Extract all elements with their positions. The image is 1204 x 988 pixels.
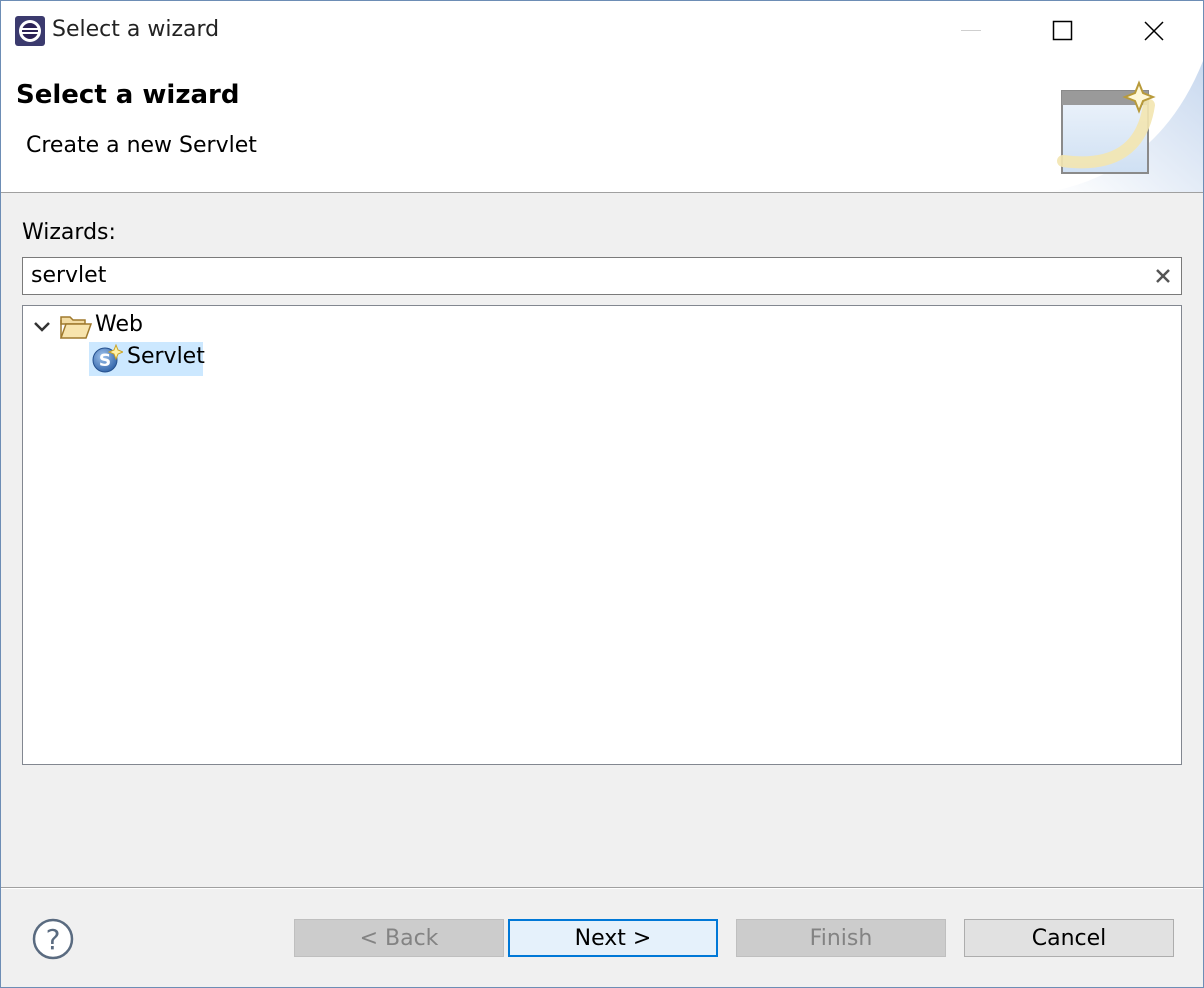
wizard-filter-field [22, 257, 1182, 295]
back-button[interactable]: < Back [294, 919, 504, 957]
eclipse-app-icon [14, 15, 46, 47]
svg-text:?: ? [46, 923, 61, 956]
wizard-header: Select a wizard Create a new Servlet [1, 61, 1203, 193]
maximize-button[interactable] [1017, 1, 1109, 61]
page-title: Select a wizard [16, 80, 240, 110]
close-button[interactable] [1109, 1, 1201, 61]
window-title: Select a wizard [52, 17, 220, 42]
help-icon[interactable]: ? [31, 917, 75, 961]
finish-button[interactable]: Finish [736, 919, 946, 957]
wizard-tree[interactable]: Web S Servlet [22, 305, 1182, 765]
folder-open-icon [59, 314, 93, 340]
wizards-label: Wizards: [22, 220, 116, 245]
footer-separator-highlight [1, 888, 1203, 889]
tree-item-label: Servlet [127, 344, 205, 369]
title-bar: Select a wizard [1, 1, 1203, 61]
close-icon [1144, 21, 1164, 41]
minimize-icon [961, 30, 981, 31]
page-description: Create a new Servlet [26, 133, 257, 158]
next-button[interactable]: Next > [508, 919, 718, 957]
svg-text:S: S [99, 351, 111, 371]
wizard-dialog: Select a wizard Select a wizard Create a… [0, 0, 1204, 988]
wizard-filter-input[interactable] [31, 261, 1141, 289]
maximize-icon [1052, 20, 1073, 41]
minimize-button[interactable] [925, 1, 1017, 61]
tree-item-label: Web [95, 312, 143, 337]
servlet-icon: S [91, 343, 125, 374]
chevron-down-icon[interactable] [33, 318, 51, 336]
clear-filter-icon[interactable] [1153, 266, 1173, 286]
tree-item-servlet[interactable]: S Servlet [89, 342, 205, 376]
cancel-button[interactable]: Cancel [964, 919, 1174, 957]
wizard-banner-icon [1049, 61, 1203, 192]
